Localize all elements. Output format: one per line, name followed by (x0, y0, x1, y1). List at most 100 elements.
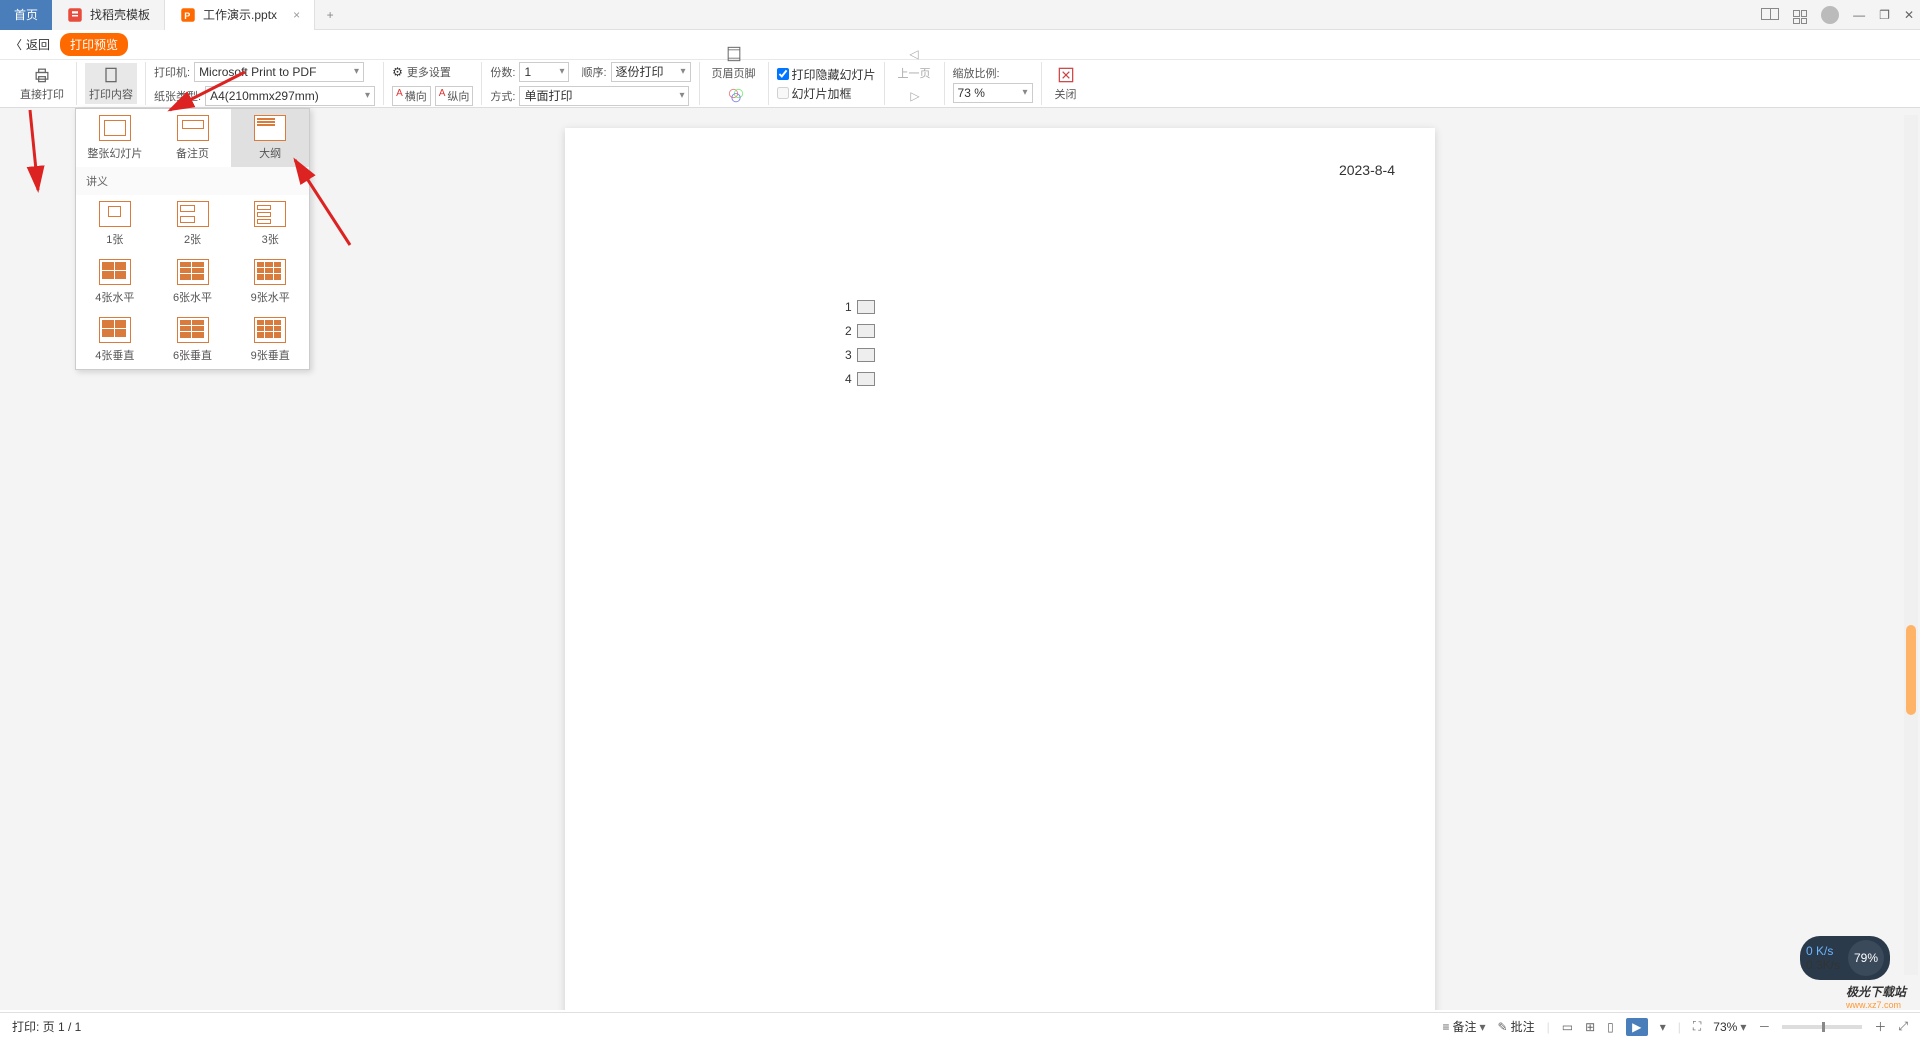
close-icon (1054, 65, 1078, 85)
slide-thumb-icon (857, 348, 875, 362)
dropdown-2up[interactable]: 2张 (154, 195, 232, 253)
tab-home-label: 首页 (14, 6, 38, 23)
print-content-label: 打印内容 (89, 86, 133, 102)
close-label: 关闭 (1055, 86, 1077, 102)
window-close[interactable]: ✕ (1904, 8, 1914, 22)
mode-label: 方式: (490, 88, 515, 104)
tab-template[interactable]: 找稻壳模板 (52, 0, 165, 30)
slide-frame-checkbox[interactable]: 幻灯片加框 (777, 85, 876, 102)
dropdown-9h[interactable]: 9张水平 (231, 253, 309, 311)
slide-thumb-icon (857, 372, 875, 386)
svg-text:P: P (184, 10, 190, 20)
dropdown-full-slide[interactable]: 整张幻灯片 (76, 109, 154, 167)
grid-icon[interactable] (1793, 6, 1807, 25)
view-reading-icon[interactable]: ▯ (1607, 1020, 1614, 1034)
view-normal-icon[interactable]: ▭ (1562, 1020, 1573, 1034)
order-select[interactable]: 逐份打印▾ (611, 62, 691, 82)
prev-page-button[interactable]: ◁ 上一页 (894, 42, 935, 83)
outline-item: 3 (845, 348, 875, 362)
slide-thumb-icon (857, 324, 875, 338)
zoom-in-button[interactable]: ＋ (1874, 1018, 1886, 1035)
paper-select[interactable]: A4(210mmx297mm) ▾ (205, 86, 375, 106)
zoom-value[interactable]: 73% ▾ (1713, 1020, 1746, 1034)
network-widget[interactable]: 0 K/s 0.3K/s 79% (1800, 936, 1890, 980)
tab-bar: 首页 找稻壳模板 P 工作演示.pptx × + — ❐ ✕ (0, 0, 1920, 30)
usage-circle: 79% (1848, 940, 1884, 976)
dropdown-6h[interactable]: 6张水平 (154, 253, 232, 311)
tab-home[interactable]: 首页 (0, 0, 52, 30)
portrait-button[interactable]: A纵向 (435, 86, 474, 106)
printer-value: Microsoft Print to PDF (199, 65, 316, 79)
paper-value: A4(210mmx297mm) (210, 89, 319, 103)
ribbon-toolbar: 直接打印 打印内容 打印机: Microsoft Print to PDF ▾ 纸… (0, 60, 1920, 108)
tab-document-label: 工作演示.pptx (203, 6, 277, 23)
chevron-down-icon: ▾ (354, 66, 359, 77)
zoom-label: 缩放比例: (953, 65, 1033, 81)
notes-toggle[interactable]: ≡ 备注 ▾ (1442, 1018, 1485, 1035)
page-info: 打印: 页 1 / 1 (12, 1018, 81, 1035)
tab-close-icon[interactable]: × (293, 8, 300, 22)
chevron-down-icon[interactable]: ▾ (1660, 1020, 1666, 1034)
tab-template-label: 找稻壳模板 (90, 6, 150, 23)
user-avatar[interactable] (1821, 6, 1839, 24)
zoom-select[interactable]: 73 %▾ (953, 83, 1033, 103)
outline-item: 4 (845, 372, 875, 386)
preview-page: 2023-8-4 1 2 3 4 (565, 128, 1435, 1010)
print-content-button[interactable]: 打印内容 (85, 63, 137, 104)
chevron-left-icon: 〈 (10, 36, 22, 53)
slideshow-button[interactable]: ▶ (1626, 1018, 1648, 1036)
dropdown-4h[interactable]: 4张水平 (76, 253, 154, 311)
direct-print-button[interactable]: 直接打印 (16, 63, 68, 104)
back-button[interactable]: 〈 返回 (10, 36, 50, 53)
fullscreen-icon[interactable]: ⤢ (1898, 1019, 1908, 1034)
window-minimize[interactable]: — (1853, 8, 1865, 22)
copies-input[interactable]: 1▾ (519, 62, 569, 82)
dropdown-6v[interactable]: 6张垂直 (154, 311, 232, 369)
outline-item: 1 (845, 300, 875, 314)
more-settings-label: 更多设置 (407, 64, 451, 80)
chevron-down-icon: ▾ (365, 90, 370, 101)
close-preview-button[interactable]: 关闭 (1050, 63, 1082, 104)
paper-label: 纸张类型: (154, 88, 201, 104)
upload-speed: 0 K/s (1806, 944, 1840, 958)
page-date: 2023-8-4 (1339, 162, 1395, 178)
layout-icon[interactable] (1761, 8, 1779, 23)
next-page-icon: ▷ (903, 86, 927, 106)
print-content-dropdown: 整张幻灯片 备注页 大纲 讲义 1张 2张 3张 4张水平 6张水平 9张水平 … (75, 108, 310, 370)
mode-select[interactable]: 单面打印▾ (519, 86, 689, 106)
comments-toggle[interactable]: ✎ 批注 (1498, 1018, 1535, 1035)
page-icon (99, 65, 123, 85)
dropdown-1up[interactable]: 1张 (76, 195, 154, 253)
header-footer-button[interactable]: 页眉页脚 (708, 42, 760, 83)
printer-icon (30, 65, 54, 85)
printer-select[interactable]: Microsoft Print to PDF ▾ (194, 62, 364, 82)
printer-label: 打印机: (154, 64, 190, 80)
watermark-logo: 极光下载站 www.xz7.com (1846, 983, 1906, 1010)
landscape-button[interactable]: A横向 (392, 86, 431, 106)
template-icon (66, 6, 84, 24)
view-sorter-icon[interactable]: ⊞ (1585, 1020, 1595, 1034)
zoom-out-button[interactable]: － (1758, 1018, 1770, 1035)
hide-slides-checkbox[interactable]: 打印隐藏幻灯片 (777, 66, 876, 83)
dropdown-3up[interactable]: 3张 (231, 195, 309, 253)
dropdown-4v[interactable]: 4张垂直 (76, 311, 154, 369)
download-speed: 0.3K/s (1806, 958, 1840, 972)
outline-item: 2 (845, 324, 875, 338)
dropdown-notes[interactable]: 备注页 (154, 109, 232, 167)
dropdown-handout-header: 讲义 (76, 167, 309, 195)
direct-print-label: 直接打印 (20, 86, 64, 102)
more-settings-button[interactable]: ⚙ 更多设置 (392, 61, 473, 83)
header-footer-label: 页眉页脚 (712, 65, 756, 81)
new-tab-button[interactable]: + (315, 0, 345, 30)
tab-document[interactable]: P 工作演示.pptx × (165, 0, 315, 30)
scrollbar-thumb[interactable] (1906, 625, 1916, 715)
dropdown-outline[interactable]: 大纲 (231, 109, 309, 167)
prev-page-icon: ◁ (902, 44, 926, 64)
slide-thumb-icon (857, 300, 875, 314)
zoom-slider[interactable] (1782, 1025, 1862, 1029)
window-restore[interactable]: ❐ (1879, 8, 1890, 22)
vertical-scrollbar[interactable] (1904, 115, 1918, 975)
outline-list: 1 2 3 4 (845, 300, 875, 386)
fit-icon[interactable]: ⛶ (1693, 1019, 1701, 1034)
dropdown-9v[interactable]: 9张垂直 (231, 311, 309, 369)
